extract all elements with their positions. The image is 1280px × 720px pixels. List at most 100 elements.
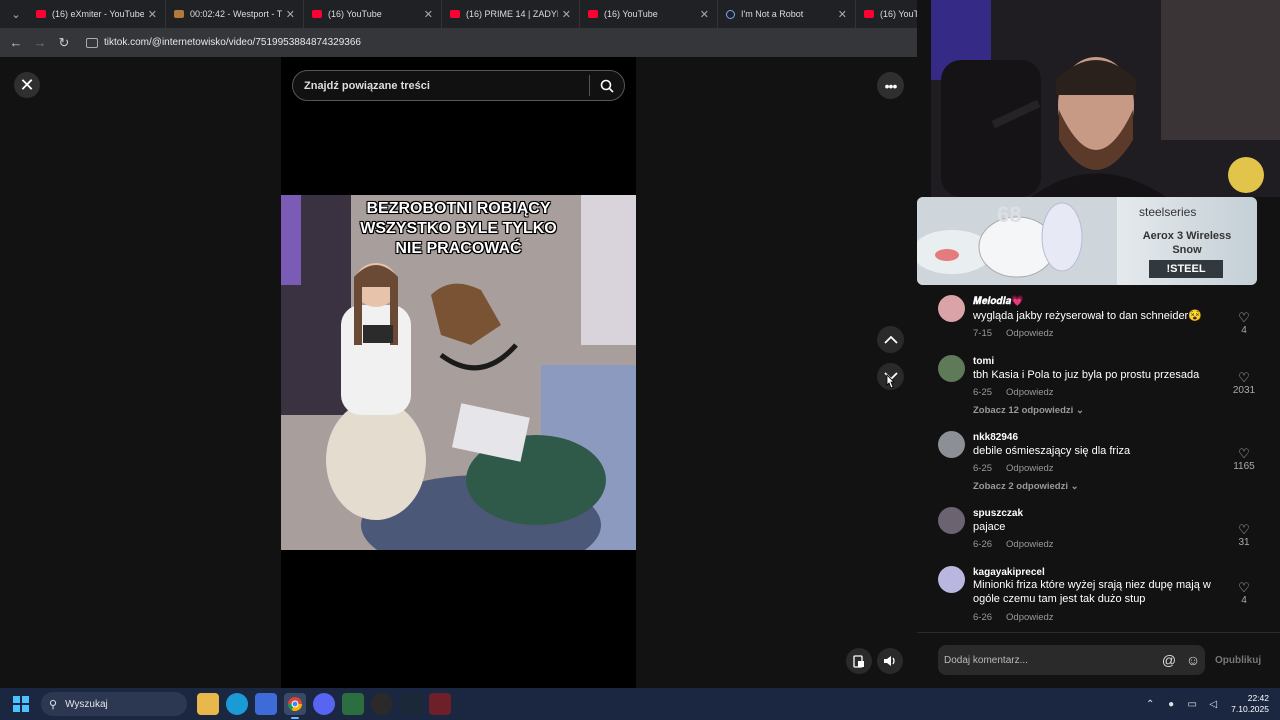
floating-player-button[interactable] — [846, 648, 872, 674]
comment-username[interactable]: tomi — [973, 356, 994, 367]
game-app-icon[interactable] — [429, 693, 451, 715]
avatar[interactable] — [938, 355, 965, 382]
close-tab-icon[interactable]: ✕ — [424, 8, 433, 21]
youtube-icon — [312, 10, 322, 18]
chevron-down-icon: ⌄ — [1075, 405, 1084, 416]
previous-video-button[interactable] — [877, 326, 904, 353]
tab-search-icon[interactable]: ⌄ — [4, 3, 28, 25]
speaker-icon[interactable]: ◁ — [1204, 699, 1222, 710]
ellipsis-icon: ••• — [884, 77, 898, 94]
browser-tab[interactable]: 00:02:42 - Westport - The ✕ — [166, 0, 304, 28]
mention-icon[interactable]: @ — [1157, 652, 1181, 668]
video-caption: BEZROBOTNI ROBIĄCY WSZYSTKO BYLE TYLKO N… — [281, 199, 636, 259]
avatar[interactable] — [938, 566, 965, 593]
sponsor-banner[interactable]: 68 steelseries Aerox 3 Wireless Snow !ST… — [917, 197, 1257, 285]
search-icon: ⚲ — [49, 698, 58, 711]
view-replies-link[interactable]: Zobacz 12 odpowiedzi ⌄ — [973, 405, 1084, 416]
heart-icon: ♡ — [1238, 310, 1250, 325]
taskbar-search-label: Wyszukaj — [65, 698, 108, 710]
chevron-down-icon: ⌄ — [1070, 481, 1079, 492]
comment-meta: 7-15 Odpowiedz — [973, 328, 1068, 339]
browser-tab[interactable]: (16) YouTube — [856, 0, 926, 28]
browser-tab[interactable]: (16) YouTube ✕ — [580, 0, 718, 28]
windows-start-icon[interactable] — [13, 696, 29, 712]
clock-time: 22:42 — [1247, 693, 1269, 703]
comment-username[interactable]: kagayakiprecel — [973, 567, 1045, 578]
related-search-input[interactable]: Znajdź powiązane treści — [293, 80, 589, 92]
reload-icon[interactable]: ↻ — [52, 35, 76, 51]
youtube-icon — [864, 10, 874, 18]
avatar[interactable] — [938, 431, 965, 458]
browser-tab[interactable]: (16) YouTube ✕ — [304, 0, 442, 28]
like-button[interactable]: ♡ 1165 — [1228, 446, 1260, 473]
comment-date: 6-25 — [973, 463, 993, 474]
xbox-icon[interactable] — [342, 693, 364, 715]
like-button[interactable]: ♡ 4 — [1228, 310, 1260, 337]
tab-title: (16) eXmiter - YouTube — [52, 9, 144, 19]
close-tab-icon[interactable]: ✕ — [562, 8, 571, 21]
taskbar-search[interactable]: ⚲ Wyszukaj — [41, 692, 187, 716]
site-info-icon[interactable] — [86, 37, 98, 48]
like-count: 4 — [1241, 595, 1247, 606]
url-field[interactable]: tiktok.com/@internetowisko/video/7519953… — [86, 37, 361, 48]
obs-icon[interactable] — [371, 693, 393, 715]
like-button[interactable]: ♡ 2031 — [1228, 371, 1260, 397]
browser-tab[interactable]: (16) PRIME 14 | ZADYMA ✕ — [442, 0, 580, 28]
comment-username[interactable]: nkk82946 — [973, 432, 1018, 443]
emoji-icon[interactable]: ☺ — [1181, 652, 1205, 668]
edge-icon[interactable] — [226, 693, 248, 715]
view-replies-link[interactable]: Zobacz 2 odpowiedzi ⌄ — [973, 481, 1079, 492]
svg-text:68: 68 — [997, 202, 1021, 227]
reply-link[interactable]: Odpowiedz — [1006, 539, 1054, 550]
discord-icon[interactable] — [313, 693, 335, 715]
taskbar-clock[interactable]: 22:42 7.10.2025 — [1231, 693, 1269, 715]
related-search-bar[interactable]: Znajdź powiązane treści — [292, 70, 625, 101]
mouse-cursor-icon — [884, 374, 895, 395]
avatar[interactable] — [938, 507, 965, 534]
steam-icon[interactable] — [400, 693, 422, 715]
comment-text: tbh Kasia i Pola to juz byla po prostu p… — [973, 369, 1200, 381]
microphone-icon[interactable]: ● — [1162, 699, 1180, 710]
search-icon[interactable] — [590, 79, 624, 93]
document-icon — [174, 10, 184, 18]
volume-button[interactable] — [877, 648, 903, 674]
sponsor-brand: steelseries — [1139, 205, 1197, 219]
comment-composer: @ ☺ — [938, 645, 1205, 675]
reply-link[interactable]: Odpowiedz — [1006, 387, 1054, 398]
comment-input[interactable] — [938, 654, 1157, 666]
close-tab-icon[interactable]: ✕ — [838, 8, 847, 21]
reply-link[interactable]: Odpowiedz — [1006, 612, 1054, 623]
comment-text: pajace — [973, 521, 1006, 533]
mouse-product-image: 68 — [917, 197, 1117, 285]
network-icon[interactable]: ▭ — [1183, 699, 1201, 710]
comment-meta: 6-26 Odpowiedz — [973, 539, 1068, 550]
close-tab-icon[interactable]: ✕ — [700, 8, 709, 21]
heart-icon: ♡ — [1238, 446, 1250, 461]
close-button[interactable]: ✕ — [14, 72, 40, 98]
like-button[interactable]: ♡ 31 — [1228, 523, 1260, 549]
comment-text: Minionki friza które wyżej srają niez du… — [973, 579, 1211, 605]
comment-username[interactable]: spuszczak — [973, 508, 1023, 519]
close-tab-icon[interactable]: ✕ — [148, 8, 157, 21]
reply-link[interactable]: Odpowiedz — [1006, 463, 1054, 474]
address-bar: ← → ↻ tiktok.com/@internetowisko/video/7… — [0, 28, 931, 57]
youtube-icon — [588, 10, 598, 18]
forward-icon[interactable]: → — [28, 35, 52, 50]
browser-tab[interactable]: (16) eXmiter - YouTube ✕ — [28, 0, 166, 28]
tray-overflow-icon[interactable]: ⌃ — [1141, 699, 1159, 710]
chrome-icon[interactable] — [284, 693, 306, 719]
like-button[interactable]: ♡ 4 — [1228, 581, 1260, 607]
youtube-icon — [450, 10, 460, 18]
reply-link[interactable]: Odpowiedz — [1006, 328, 1054, 339]
file-explorer-icon[interactable] — [197, 693, 219, 715]
more-options-button[interactable]: ••• — [877, 72, 904, 99]
back-icon[interactable]: ← — [4, 35, 28, 50]
close-tab-icon[interactable]: ✕ — [286, 8, 295, 21]
video-frame[interactable]: BEZROBOTNI ROBIĄCY WSZYSTKO BYLE TYLKO N… — [281, 195, 636, 550]
avatar[interactable] — [938, 295, 965, 322]
store-icon[interactable] — [255, 693, 277, 715]
publish-button[interactable]: Opublikuj — [1215, 655, 1261, 666]
comment-username[interactable]: 𝑴𝒆𝒍𝒐𝒅𝒊𝒂💗 — [973, 296, 1024, 307]
browser-tab[interactable]: I'm Not a Robot ✕ — [718, 0, 856, 28]
picture-in-picture-icon — [853, 654, 864, 668]
